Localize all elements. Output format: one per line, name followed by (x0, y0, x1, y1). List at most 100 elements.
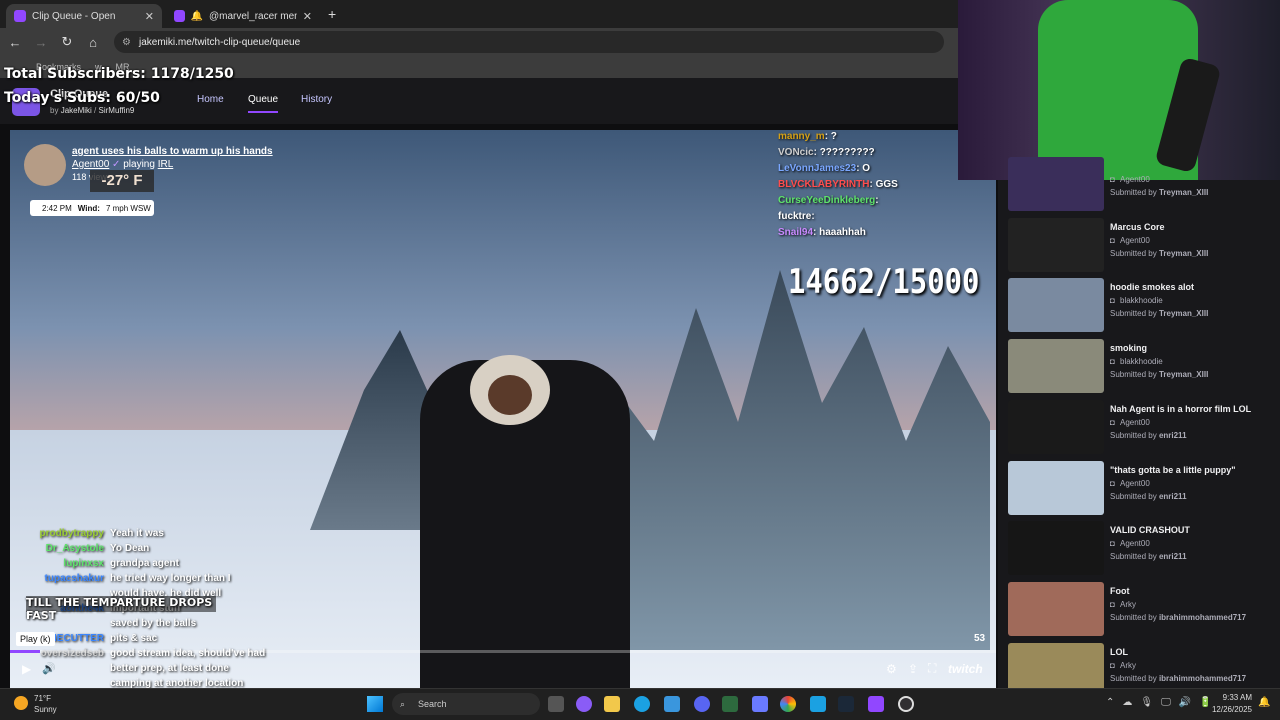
queue-clip-item[interactable]: VALID CRASHOUT ◘ Agent00 Submitted by enri2… (1008, 521, 1278, 579)
share-icon[interactable]: ⇪ (908, 662, 918, 676)
author-link[interactable]: JakeMiki (61, 106, 92, 115)
volume-icon[interactable]: 🔊 (42, 662, 56, 675)
tab-label: Clip Queue - Open (32, 10, 116, 22)
back-icon[interactable]: ← (4, 35, 26, 50)
clip-thumbnail[interactable] (1008, 399, 1104, 454)
video-player[interactable]: agent uses his balls to warm up his hand… (10, 130, 996, 688)
clip-thumbnail[interactable] (1008, 217, 1104, 272)
play-icon[interactable]: ▶ (22, 662, 31, 676)
twitch-favicon-icon (14, 10, 26, 22)
settings-icon[interactable]: ⚙ (886, 662, 897, 676)
nav-history[interactable]: History (301, 94, 332, 105)
clip-thumbnail[interactable] (1008, 521, 1104, 576)
progress-track[interactable] (10, 650, 996, 653)
nav-queue[interactable]: Queue (248, 94, 279, 113)
avatar[interactable] (24, 144, 66, 186)
chat-text: he tried way longer than I (110, 573, 231, 584)
search-label: Search (418, 699, 447, 709)
queue-clip-author: blakkhoodie (1120, 357, 1163, 367)
sun-icon (14, 696, 28, 710)
queue-clip-item[interactable]: hoodie smokes alot ◘ blakkhoodie Submitted … (1008, 278, 1278, 336)
queue-clip-submitter: Submitted by ibrahimmohammed717 (1110, 674, 1246, 683)
queue-clip-item[interactable]: Foot ◘ Arky Submitted by ibrahimmohammed717 (1008, 581, 1278, 640)
queue-clip-submitter: Submitted by enri211 (1110, 552, 1187, 561)
chat-message: tupacshakur he tried way longer than I (10, 573, 231, 584)
queue-clip-item[interactable]: "thats gotta be a little puppy" ◘ Agent00 S… (1008, 460, 1278, 519)
site-info-icon[interactable]: ⚙ (122, 37, 131, 48)
channel-link[interactable]: Agent00 (72, 159, 109, 170)
temperature-overlay: -27° F (90, 170, 154, 192)
channel-icon: ◘ (1110, 660, 1115, 670)
chat-separator: : (811, 211, 815, 222)
queue-clip-author: Agent00 (1120, 175, 1150, 184)
obs-icon[interactable] (898, 696, 914, 712)
taskbar-search[interactable]: ⌕ Search (392, 693, 540, 715)
url-text: jakemiki.me/twitch-clip-queue/queue (138, 36, 301, 48)
twitch-watermark[interactable]: twitch (948, 662, 983, 676)
close-tab-icon[interactable]: ✕ (145, 10, 154, 23)
steam-icon[interactable] (838, 696, 854, 712)
queue-clip-item[interactable]: Nah Agent is in a horror film LOL ◘ Agent0… (1008, 399, 1278, 458)
app-icon[interactable] (810, 696, 826, 712)
task-view-icon[interactable] (548, 696, 564, 712)
clip-thumbnail[interactable] (1008, 460, 1104, 515)
windows-start-icon[interactable] (367, 696, 383, 712)
chrome-icon[interactable] (780, 696, 796, 712)
file-explorer-icon[interactable] (604, 696, 620, 712)
chat-username: LeVonnJames23 (778, 163, 857, 174)
author2-link[interactable]: SirMuffin9 (99, 106, 135, 115)
tab-clip-queue[interactable]: Clip Queue - Open ✕ (6, 4, 162, 28)
today-subs-overlay: Today's Subs: 60/50 (4, 90, 160, 106)
clip-thumbnail[interactable] (1008, 157, 1104, 211)
chat-text: Yo Dean (110, 543, 150, 554)
twitch-icon[interactable] (868, 696, 884, 712)
queue-clip-item[interactable]: ◘ Agent00 Submitted by Treyman_XIII (1008, 157, 1278, 215)
copilot-icon[interactable] (576, 696, 592, 712)
clip-thumbnail[interactable] (1008, 581, 1104, 636)
queue-clip-item[interactable]: Marcus Core ◘ Agent00 Submitted by Treyman_… (1008, 217, 1278, 276)
edge-icon[interactable] (634, 696, 650, 712)
address-bar[interactable]: ⚙ jakemiki.me/twitch-clip-queue/queue (114, 31, 944, 53)
weather-time: 2:42 PM (42, 203, 72, 213)
forward-icon[interactable]: → (30, 35, 52, 50)
excel-icon[interactable] (722, 696, 738, 712)
queue-clip-item[interactable]: smoking ◘ blakkhoodie Submitted by Treyman_… (1008, 339, 1278, 397)
chat-username: prodbytrappy (39, 528, 104, 539)
nav-home[interactable]: Home (197, 94, 224, 105)
new-tab-icon[interactable]: + (328, 6, 336, 22)
playing-label: playing (123, 159, 155, 170)
store-icon[interactable] (664, 696, 680, 712)
clock-time[interactable]: 9:33 AM (1208, 693, 1252, 702)
close-tab-icon[interactable]: ✕ (303, 10, 312, 23)
app-icon[interactable] (752, 696, 768, 712)
reload-icon[interactable]: ↻ (56, 34, 78, 50)
discord-icon[interactable] (694, 696, 710, 712)
clip-title[interactable]: agent uses his balls to warm up his hand… (72, 146, 273, 157)
channel-icon: ◘ (1110, 175, 1115, 184)
browser-toolbar: ← → ↻ ⌂ ⚙ jakemiki.me/twitch-clip-queue/… (0, 28, 958, 56)
clip-thumbnail[interactable] (1008, 339, 1104, 394)
clip-thumbnail[interactable] (1008, 278, 1104, 333)
clip-timestamp: 53 (974, 633, 986, 644)
chat-message: lupinxsx grandpa agent (10, 558, 178, 569)
home-icon[interactable]: ⌂ (82, 35, 104, 50)
fullscreen-icon[interactable]: ⛶ (928, 661, 936, 676)
chat-text: ????????? (819, 147, 875, 158)
weather-widget: 2:42 PM Wind: 7 mph WSW (30, 200, 154, 216)
chat-text: haaahhah (819, 227, 866, 238)
system-tray[interactable]: ⌃☁🎙🖵🔊🔋 (1106, 697, 1220, 708)
queue-clip-author: Agent00 (1120, 417, 1150, 427)
chat-username: BLVCKLABYRINTH (778, 179, 870, 190)
channel-icon: ◘ (1110, 357, 1115, 367)
tab-mention[interactable]: 🔔 @marvel_racer mentioned ✕ (166, 4, 320, 28)
weather-desc[interactable]: Sunny (34, 705, 57, 714)
weather-temp[interactable]: 71°F (34, 694, 51, 703)
notification-icon[interactable]: 🔔 (1258, 697, 1270, 708)
category-link[interactable]: IRL (158, 159, 174, 170)
queue-clip-submitter: Submitted by Treyman_XIII (1110, 370, 1208, 379)
chat-text: better prep, at least done (110, 663, 229, 674)
total-subs-overlay: Total Subscribers: 1178/1250 (4, 66, 234, 82)
clock-date[interactable]: 12/26/2025 (1204, 705, 1252, 714)
submitted-by-label: Submitted by (1110, 309, 1157, 319)
submitter-name: Treyman_XIII (1158, 309, 1209, 319)
